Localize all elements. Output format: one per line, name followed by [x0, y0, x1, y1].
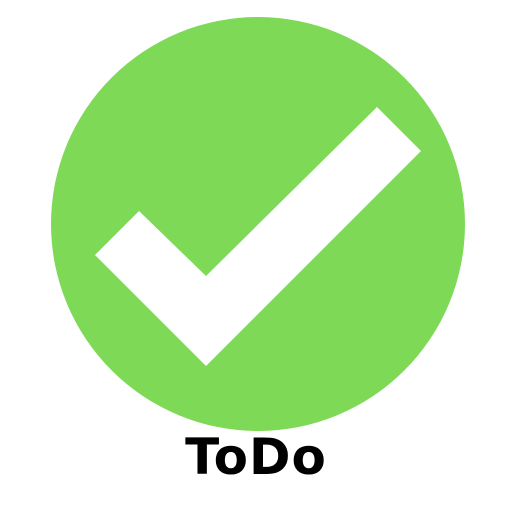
- app-logo: ToDo: [0, 0, 512, 512]
- app-title: ToDo: [185, 428, 327, 486]
- checkmark-shape: [95, 107, 421, 366]
- checkmark-icon: [95, 107, 421, 366]
